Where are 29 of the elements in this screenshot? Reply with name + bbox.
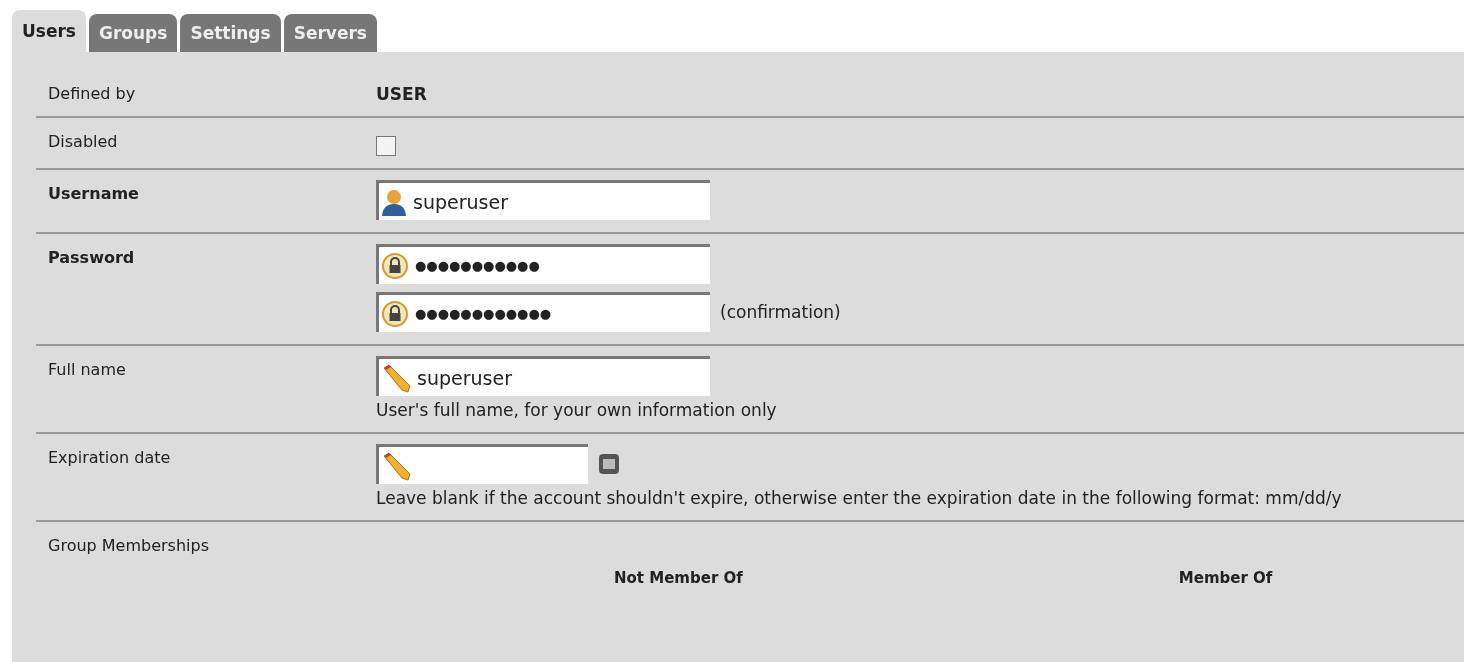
pencil-icon xyxy=(381,450,411,481)
user-icon xyxy=(381,187,407,216)
checkbox[interactable] xyxy=(376,136,396,156)
lock-icon xyxy=(381,299,409,328)
tab[interactable]: Groups xyxy=(88,14,178,52)
calendar-icon[interactable] xyxy=(598,453,620,475)
tab[interactable]: Users xyxy=(12,10,86,52)
field-label: Password xyxy=(48,247,136,269)
column-heading: Member Of xyxy=(1178,569,1273,587)
lock-icon xyxy=(381,251,409,280)
field-label: Expiration date xyxy=(48,447,172,469)
password-field[interactable]: ●●●●●●●●●●● xyxy=(376,244,710,284)
password-field[interactable]: ●●●●●●●●●●●● xyxy=(376,292,710,332)
confirmation-note: (confirmation) xyxy=(720,302,841,322)
field-label: Group Memberships xyxy=(48,535,211,555)
field-label: Defined by xyxy=(48,83,137,104)
tab[interactable]: Servers xyxy=(283,14,377,52)
full-name-field[interactable]: superuser xyxy=(376,356,710,396)
username-field[interactable]: superuser xyxy=(376,180,710,220)
column-heading: Not Member Of xyxy=(614,569,743,587)
field-label: Disabled xyxy=(48,131,119,153)
hint-text: Leave blank if the account shouldn't expire, otherwise enter the expiration date in the following format: mm/dd/y xyxy=(376,488,1342,508)
pencil-icon xyxy=(381,362,411,393)
field-label: Username xyxy=(48,183,140,205)
date-field[interactable] xyxy=(376,444,588,484)
hint-text: User's full name, for your own information only xyxy=(376,400,777,420)
tab[interactable]: Settings xyxy=(180,14,281,52)
field-value: USER xyxy=(376,83,427,104)
field-label: Full name xyxy=(48,359,127,381)
